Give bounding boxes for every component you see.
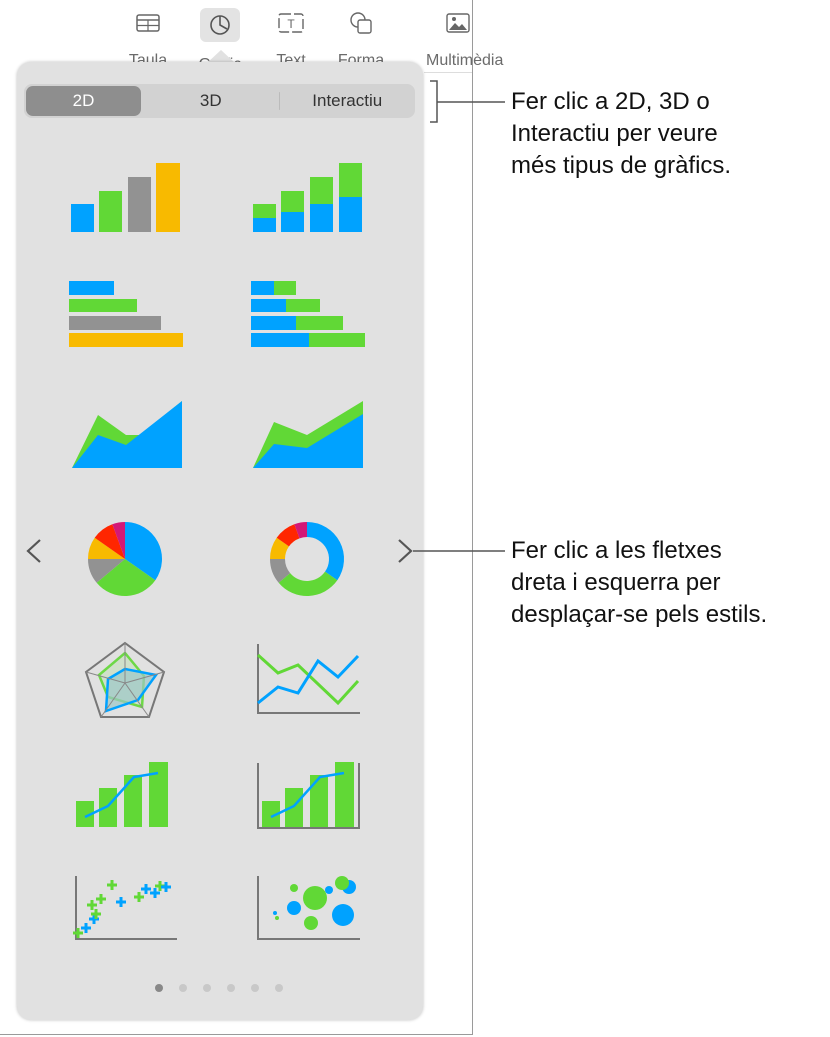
scatter-chart-style[interactable] bbox=[73, 876, 177, 940]
page-dot[interactable] bbox=[179, 984, 187, 992]
page-dot[interactable] bbox=[203, 984, 211, 992]
callout-line-text: dreta i esquerra per bbox=[511, 569, 721, 596]
donut-chart-style[interactable] bbox=[270, 522, 345, 596]
scatter-point bbox=[107, 880, 117, 890]
bar-chart-style[interactable] bbox=[69, 281, 183, 347]
callout-tabs: Fer clic a 2D, 3D o Interactiu per veure… bbox=[511, 86, 731, 182]
page-dot[interactable] bbox=[251, 984, 259, 992]
page-dot[interactable] bbox=[155, 984, 163, 992]
scatter-point bbox=[134, 892, 144, 902]
callout-bracket bbox=[430, 80, 505, 123]
page-dot[interactable] bbox=[275, 984, 283, 992]
scatter-point bbox=[87, 900, 97, 910]
callout-line-text: Fer clic a 2D, 3D o bbox=[511, 88, 710, 115]
bar-line-chart-style[interactable] bbox=[76, 762, 168, 827]
pie-chart-style[interactable] bbox=[88, 522, 163, 596]
callout-line-text: desplaçar-se pels estils. bbox=[511, 601, 768, 628]
area-chart-style[interactable] bbox=[72, 401, 182, 468]
stacked-area-chart-style[interactable] bbox=[253, 401, 363, 468]
callout-line-text: Interactiu per veure bbox=[511, 120, 718, 147]
callout-arrows: Fer clic a les fletxes dreta i esquerra … bbox=[511, 535, 767, 631]
scatter-point bbox=[96, 894, 106, 904]
stacked-column-chart-style[interactable] bbox=[253, 163, 362, 232]
bubble-chart-style[interactable] bbox=[257, 876, 360, 940]
chevron-right-icon[interactable] bbox=[398, 539, 413, 563]
page-dot[interactable] bbox=[227, 984, 235, 992]
scatter-point bbox=[116, 897, 126, 907]
line-chart-style[interactable] bbox=[256, 644, 360, 714]
callout-line-text: Fer clic a les fletxes bbox=[511, 537, 722, 564]
scatter-point bbox=[161, 882, 171, 892]
two-axis-chart-style[interactable] bbox=[257, 762, 360, 829]
scatter-point bbox=[141, 884, 151, 894]
radar-chart-style[interactable] bbox=[84, 641, 166, 718]
chevron-left-icon[interactable] bbox=[26, 539, 41, 563]
stacked-bar-chart-style[interactable] bbox=[251, 281, 365, 347]
page-indicator bbox=[155, 984, 283, 992]
slice bbox=[307, 522, 345, 581]
callout-line-text: més tipus de gràfics. bbox=[511, 152, 732, 179]
column-chart-style[interactable] bbox=[71, 163, 180, 232]
